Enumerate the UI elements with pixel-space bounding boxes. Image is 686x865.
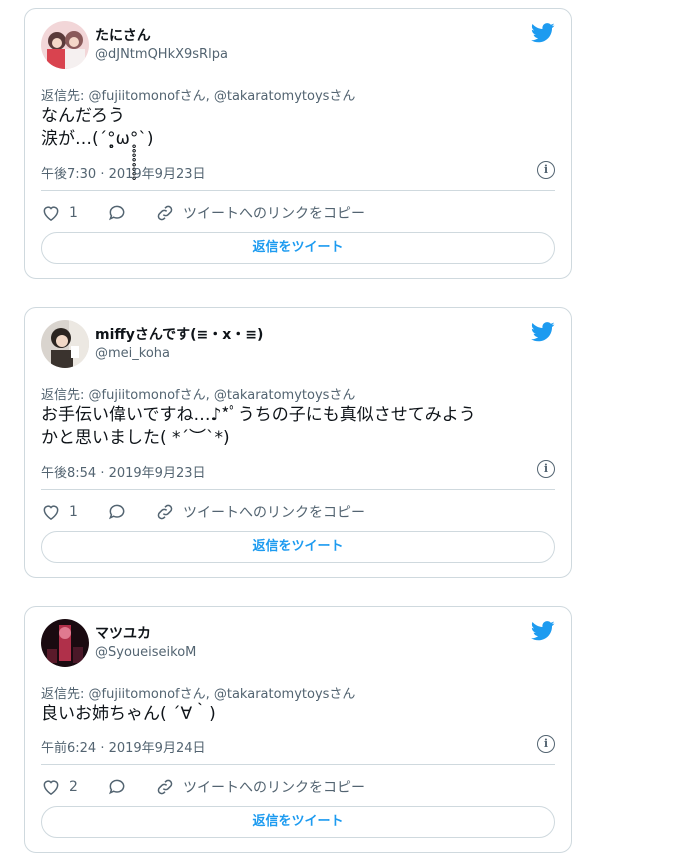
heart-icon xyxy=(43,780,59,795)
copy-link-label: ツイートへのリンクをコピー xyxy=(183,206,365,222)
info-icon[interactable]: i xyxy=(537,161,555,179)
avatar[interactable] xyxy=(41,21,89,69)
copy-link-label: ツイートへのリンクをコピー xyxy=(183,780,365,796)
tweet-timestamp[interactable]: 午前6:24 · 2019年9月24日 xyxy=(41,737,206,756)
twitter-bird-icon[interactable] xyxy=(531,621,555,641)
display-name[interactable]: マツユカ xyxy=(95,623,151,643)
tweet-timestamp[interactable]: 午後7:30 · 2019年9月23日 xyxy=(41,163,206,182)
heart-icon xyxy=(43,206,59,221)
like-button[interactable]: 1 xyxy=(41,500,78,524)
twitter-bird-icon[interactable] xyxy=(531,322,555,342)
info-icon[interactable]: i xyxy=(537,460,555,478)
reply-tweet-button[interactable]: 返信をツイート xyxy=(41,232,555,264)
divider xyxy=(41,190,555,191)
tweet-timestamp[interactable]: 午後8:54 · 2019年9月23日 xyxy=(41,462,206,481)
info-icon[interactable]: i xyxy=(537,735,555,753)
tweet-text: 良いお姉ちゃん( ´∀｀) xyxy=(41,704,216,724)
link-icon xyxy=(157,205,173,221)
copy-link-button[interactable]: ツイートへのリンクをコピー xyxy=(155,201,365,225)
like-count: 2 xyxy=(69,779,78,795)
twitter-bird-icon[interactable] xyxy=(531,23,555,43)
speech-bubble-icon xyxy=(109,205,125,221)
user-handle[interactable]: @mei_koha xyxy=(95,346,170,361)
divider xyxy=(41,489,555,490)
tweet-card[interactable]: miffyさんです(≡・x・≡) @mei_koha 返信先: @fujiito… xyxy=(24,307,572,578)
heart-icon xyxy=(43,505,59,520)
copy-link-button[interactable]: ツイートへのリンクをコピー xyxy=(155,500,365,524)
action-bar: 1 ツイートへのリンクをコピー xyxy=(41,201,555,225)
speech-bubble-icon xyxy=(109,779,125,795)
like-count: 1 xyxy=(69,205,78,221)
like-button[interactable]: 2 xyxy=(41,775,78,799)
like-button[interactable]: 1 xyxy=(41,201,78,225)
tweet-text: なんだろう 涙が…(´°̥̥̥̥̥̥̥̥ω°̥̥̥̥̥̥̥̥`) xyxy=(41,106,154,149)
user-handle[interactable]: @SyoueiseikoM xyxy=(95,645,196,660)
reply-icon-button[interactable] xyxy=(107,201,127,225)
divider xyxy=(41,764,555,765)
reply-to-line: 返信先: @fujiitomonofさん, @takaratomytoysさん xyxy=(41,687,356,702)
tweet-card[interactable]: たにさん @dJNtmQHkX9sRlpa 返信先: @fujiitomonof… xyxy=(24,8,572,279)
like-count: 1 xyxy=(69,504,78,520)
link-icon xyxy=(157,779,173,795)
avatar[interactable] xyxy=(41,320,89,368)
tweet-text: お手伝い偉いですね…♪*ﾟうちの子にも真似させてみよう かと思いました( *´︶… xyxy=(41,405,476,448)
copy-link-button[interactable]: ツイートへのリンクをコピー xyxy=(155,775,365,799)
speech-bubble-icon xyxy=(109,504,125,520)
tweet-card[interactable]: マツユカ @SyoueiseikoM 返信先: @fujiitomonofさん,… xyxy=(24,606,572,853)
action-bar: 2 ツイートへのリンクをコピー xyxy=(41,775,555,799)
link-icon xyxy=(157,504,173,520)
display-name[interactable]: たにさん xyxy=(95,25,151,45)
avatar[interactable] xyxy=(41,619,89,667)
reply-tweet-button[interactable]: 返信をツイート xyxy=(41,806,555,838)
reply-to-line: 返信先: @fujiitomonofさん, @takaratomytoysさん xyxy=(41,388,356,403)
reply-to-line: 返信先: @fujiitomonofさん, @takaratomytoysさん xyxy=(41,89,356,104)
reply-icon-button[interactable] xyxy=(107,775,127,799)
user-handle[interactable]: @dJNtmQHkX9sRlpa xyxy=(95,47,228,62)
action-bar: 1 ツイートへのリンクをコピー xyxy=(41,500,555,524)
display-name[interactable]: miffyさんです(≡・x・≡) xyxy=(95,324,263,344)
reply-icon-button[interactable] xyxy=(107,500,127,524)
reply-tweet-button[interactable]: 返信をツイート xyxy=(41,531,555,563)
copy-link-label: ツイートへのリンクをコピー xyxy=(183,505,365,521)
